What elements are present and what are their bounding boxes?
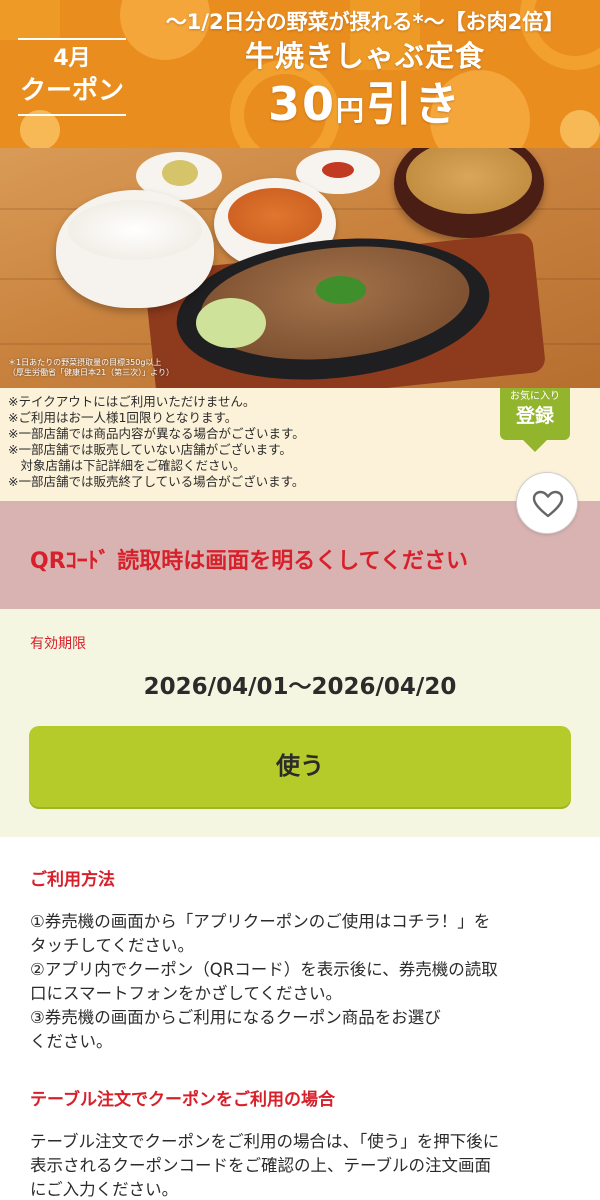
photo-footnote-line: ＊1日あたりの野菜摂取量の目標350g以上 <box>8 358 162 367</box>
coupon-title-block: 〜1/2日分の野菜が摂れる*〜【お肉2倍】 牛焼きしゃぶ定食 30円引き <box>140 8 590 139</box>
rice-bowl <box>56 190 214 308</box>
cabbage <box>196 298 266 348</box>
table-order-line: テーブル注文でクーポンをご利用の場合は、「使う」を押下後に <box>30 1132 500 1151</box>
product-photo: ＊1日あたりの野菜摂取量の目標350g以上 （厚生労働省「健康日本21（第三次）… <box>0 148 600 388</box>
coupon-month: 4月 <box>53 46 91 71</box>
favorite-label-large: 登録 <box>515 405 554 427</box>
qr-notice-band: QRｺｰﾄﾞ 読取時は画面を明るくしてください <box>0 501 600 609</box>
note-line: 対象店舗は下記詳細をご確認ください。 <box>8 458 246 473</box>
coupon-banner: 4月 クーポン 〜1/2日分の野菜が摂れる*〜【お肉2倍】 牛焼きしゃぶ定食 3… <box>0 0 600 148</box>
favorite-heart-button[interactable] <box>516 472 578 534</box>
coupon-subtitle: 〜1/2日分の野菜が摂れる*〜【お肉2倍】 <box>165 10 565 34</box>
table-order-title: テーブル注文でクーポンをご利用の場合 <box>30 1090 335 1110</box>
how-to-use-title: ご利用方法 <box>30 870 115 890</box>
coupon-product-name: 牛焼きしゃぶ定食 <box>244 39 485 73</box>
miso-soup-bowl <box>394 148 544 238</box>
favorite-label-small: お気に入り <box>510 391 560 402</box>
step-line: 口にスマートフォンをかざしてください。 <box>30 984 343 1003</box>
table-order-body: テーブル注文でクーポンをご利用の場合は、「使う」を押下後に 表示されるクーポンコ… <box>30 1130 575 1200</box>
heart-icon <box>532 490 564 518</box>
discount-unit: 円 <box>336 94 367 127</box>
how-to-use-section: ご利用方法 ①券売機の画面から「アプリクーポンのご使用はコチラ！」を タッチして… <box>30 868 575 1054</box>
note-line: ※一部店舗では販売終了している場合がございます。 <box>8 474 305 489</box>
photo-footnote-line: （厚生労働省「健康日本21（第三次）」より） <box>8 368 175 377</box>
step-line: ①券売機の画面から「アプリクーポンのご使用はコチラ！」を <box>30 912 491 931</box>
discount-amount: 30 <box>267 77 336 131</box>
divider <box>18 38 126 40</box>
step-line: ③券売機の画面からご利用になるクーポン商品をお選び <box>30 1008 441 1027</box>
qr-notice-text: QRｺｰﾄﾞ 読取時は画面を明るくしてください <box>30 549 468 574</box>
step-line: ください。 <box>30 1032 113 1051</box>
step-line: タッチしてください。 <box>30 936 195 955</box>
photo-footnote: ＊1日あたりの野菜摂取量の目標350g以上 （厚生労働省「健康日本21（第三次）… <box>8 358 174 378</box>
green-onion <box>316 276 366 304</box>
validity-range: 2026/04/01〜2026/04/20 <box>143 674 457 700</box>
note-line: ※一部店舗では販売していない店舗がございます。 <box>8 442 292 457</box>
coupon-label: クーポン <box>19 76 124 106</box>
coupon-discount: 30円引き <box>140 76 590 139</box>
favorite-register-tab[interactable]: お気に入り 登録 <box>500 388 570 452</box>
validity-label: 有効期限 <box>30 636 86 652</box>
validity-section: 有効期限 2026/04/01〜2026/04/20 使う <box>0 609 600 837</box>
step-line: ②アプリ内でクーポン（QRコード）を表示後に、券売機の読取 <box>30 960 498 979</box>
divider <box>18 114 126 116</box>
use-coupon-button[interactable]: 使う <box>29 726 571 807</box>
table-order-section: テーブル注文でクーポンをご利用の場合 テーブル注文でクーポンをご利用の場合は、「… <box>30 1088 575 1200</box>
how-to-use-steps: ①券売機の画面から「アプリクーポンのご使用はコチラ！」を タッチしてください。 … <box>30 910 575 1054</box>
discount-suffix: 引き <box>366 77 463 131</box>
table-order-line: 表示されるクーポンコードをご確認の上、テーブルの注文画面 <box>30 1156 492 1175</box>
coupon-month-block: 4月 クーポン <box>14 38 130 116</box>
table-order-line: にご入力ください。 <box>30 1180 179 1199</box>
